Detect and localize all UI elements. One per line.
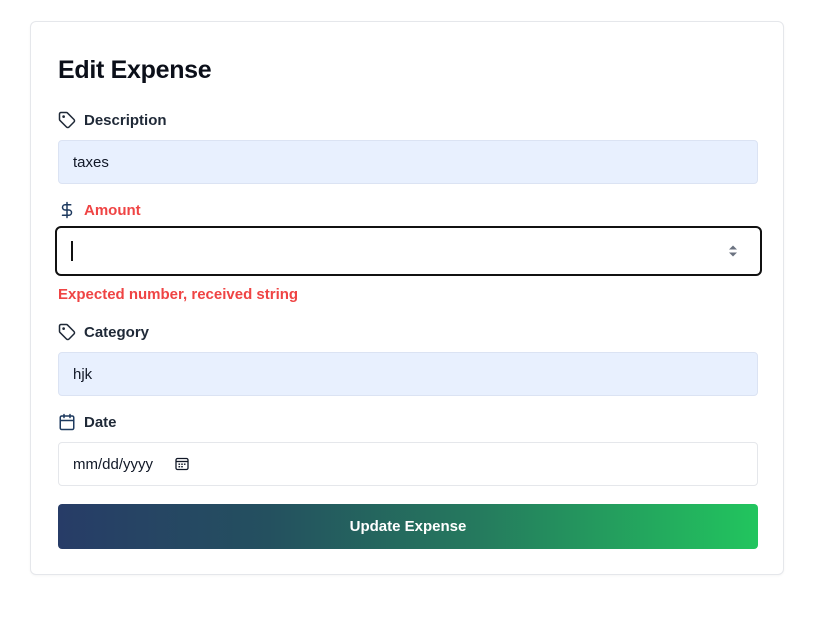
description-label-text: Description <box>84 111 167 129</box>
date-label-text: Date <box>84 413 117 431</box>
date-label: Date <box>58 413 117 431</box>
amount-label-text: Amount <box>84 201 141 219</box>
tag-icon <box>58 323 76 341</box>
date-input[interactable]: mm/dd/yyyy <box>58 442 758 486</box>
dollar-icon <box>58 201 76 219</box>
stepper-up-icon[interactable] <box>728 245 738 250</box>
text-cursor <box>71 241 73 261</box>
calendar-icon <box>58 413 76 431</box>
amount-label: Amount <box>58 201 141 219</box>
page-title: Edit Expense <box>58 56 212 84</box>
description-input[interactable]: taxes <box>58 140 758 184</box>
category-label: Category <box>58 323 149 341</box>
amount-error-message: Expected number, received string <box>58 286 299 303</box>
category-label-text: Category <box>84 323 150 341</box>
category-input[interactable]: hjk <box>58 352 758 396</box>
calendar-picker-icon[interactable] <box>175 457 189 471</box>
tag-icon <box>58 111 76 129</box>
number-stepper[interactable] <box>728 245 738 258</box>
update-expense-button[interactable]: Update Expense <box>58 504 758 549</box>
amount-input[interactable] <box>55 226 762 276</box>
stepper-down-icon[interactable] <box>728 252 738 258</box>
edit-expense-card: Edit Expense Description taxes Amount Ex… <box>30 21 784 575</box>
category-value: hjk <box>73 365 93 383</box>
description-label: Description <box>58 111 167 129</box>
description-value: taxes <box>73 153 109 171</box>
date-placeholder: mm/dd/yyyy <box>73 455 154 473</box>
